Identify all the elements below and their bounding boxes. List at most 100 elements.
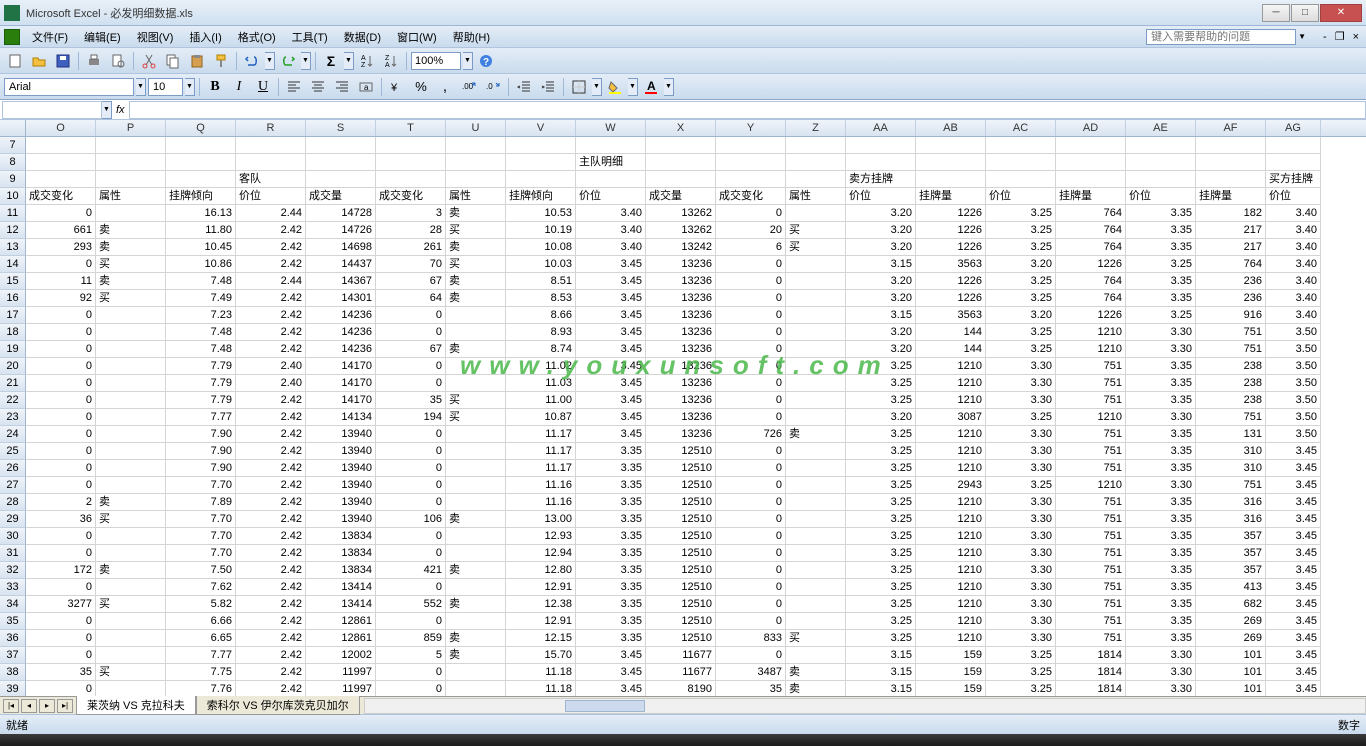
cell[interactable]: 3.25 (986, 341, 1056, 358)
cell[interactable]: 269 (1196, 630, 1266, 647)
cell[interactable]: 15.70 (506, 647, 576, 664)
cell[interactable] (446, 528, 506, 545)
cell[interactable]: 3.25 (846, 426, 916, 443)
cell[interactable]: 3.40 (1266, 256, 1321, 273)
row-header[interactable]: 37 (0, 647, 26, 664)
cell[interactable]: 3.30 (1126, 324, 1196, 341)
row-header[interactable]: 10 (0, 188, 26, 205)
cell[interactable] (576, 171, 646, 188)
column-header[interactable]: AC (986, 120, 1056, 136)
cell[interactable]: 2.42 (236, 222, 306, 239)
cell[interactable] (96, 307, 166, 324)
cell[interactable] (446, 171, 506, 188)
cell[interactable]: 3.45 (1266, 664, 1321, 681)
cell[interactable] (1266, 137, 1321, 154)
cell[interactable]: 12510 (646, 460, 716, 477)
column-header[interactable]: X (646, 120, 716, 136)
cell[interactable]: 3.50 (1266, 426, 1321, 443)
cell[interactable]: 0 (26, 426, 96, 443)
cell[interactable]: 11.17 (506, 426, 576, 443)
cell[interactable]: 3.45 (576, 664, 646, 681)
cell[interactable]: 卖 (96, 562, 166, 579)
cell[interactable]: 0 (26, 443, 96, 460)
cell[interactable]: 1210 (916, 443, 986, 460)
cell[interactable]: 144 (916, 341, 986, 358)
cell[interactable]: 7.77 (166, 647, 236, 664)
cell[interactable]: 11997 (306, 664, 376, 681)
cell[interactable]: 卖 (446, 273, 506, 290)
cell[interactable] (376, 154, 446, 171)
cell[interactable]: 3.25 (986, 273, 1056, 290)
cell[interactable]: 7.48 (166, 324, 236, 341)
cell[interactable]: 7.89 (166, 494, 236, 511)
cell[interactable]: 3.45 (576, 307, 646, 324)
cell[interactable]: 0 (716, 528, 786, 545)
cell[interactable]: 7.23 (166, 307, 236, 324)
cell[interactable] (786, 494, 846, 511)
cell[interactable]: 0 (716, 443, 786, 460)
cell[interactable]: 1814 (1056, 681, 1126, 696)
cell[interactable]: 14170 (306, 375, 376, 392)
cell[interactable]: 12510 (646, 528, 716, 545)
cell[interactable]: 182 (1196, 205, 1266, 222)
cell[interactable]: 3.45 (1266, 681, 1321, 696)
cell[interactable]: 3.25 (986, 647, 1056, 664)
cell[interactable] (446, 681, 506, 696)
cell[interactable] (96, 358, 166, 375)
cell[interactable] (26, 154, 96, 171)
cell[interactable]: 3.35 (576, 613, 646, 630)
cell[interactable]: 3.30 (986, 426, 1056, 443)
cell[interactable]: 2 (26, 494, 96, 511)
cell[interactable]: 3.35 (1126, 579, 1196, 596)
cell[interactable] (166, 137, 236, 154)
cell[interactable]: 35 (26, 664, 96, 681)
fx-icon[interactable]: fx (112, 104, 129, 116)
cell[interactable]: 3.50 (1266, 358, 1321, 375)
cell[interactable]: 3.35 (1126, 392, 1196, 409)
cell[interactable]: 36 (26, 511, 96, 528)
cell[interactable]: 3.25 (846, 392, 916, 409)
cell[interactable] (916, 154, 986, 171)
row-header[interactable]: 36 (0, 630, 26, 647)
cell[interactable] (166, 171, 236, 188)
cell[interactable]: 属性 (96, 188, 166, 205)
cell[interactable]: 0 (26, 630, 96, 647)
cell[interactable]: 421 (376, 562, 446, 579)
cell[interactable]: 751 (1196, 341, 1266, 358)
cell[interactable] (446, 460, 506, 477)
cell[interactable]: 0 (26, 460, 96, 477)
row-header[interactable]: 34 (0, 596, 26, 613)
row-header[interactable]: 27 (0, 477, 26, 494)
cell[interactable]: 0 (376, 613, 446, 630)
cell[interactable]: 3.50 (1266, 341, 1321, 358)
cell[interactable]: 3.45 (576, 392, 646, 409)
cell[interactable] (786, 647, 846, 664)
cell[interactable]: 1226 (916, 273, 986, 290)
cell[interactable]: 3277 (26, 596, 96, 613)
cell[interactable]: 3.20 (846, 273, 916, 290)
cell[interactable]: 2.42 (236, 256, 306, 273)
cell[interactable]: 3.45 (576, 426, 646, 443)
cell[interactable] (166, 154, 236, 171)
cell[interactable] (646, 171, 716, 188)
cell[interactable]: 172 (26, 562, 96, 579)
formula-input[interactable] (129, 101, 1366, 119)
cell[interactable]: 卖 (96, 494, 166, 511)
cell[interactable]: 106 (376, 511, 446, 528)
cell[interactable] (1056, 154, 1126, 171)
cell[interactable]: 12510 (646, 511, 716, 528)
cell[interactable] (1196, 154, 1266, 171)
cell[interactable]: 3.35 (576, 545, 646, 562)
cell[interactable]: 764 (1056, 273, 1126, 290)
cell[interactable]: 11.17 (506, 443, 576, 460)
cell[interactable] (916, 137, 986, 154)
cell[interactable]: 0 (376, 358, 446, 375)
cell[interactable]: 12.93 (506, 528, 576, 545)
cell[interactable] (446, 375, 506, 392)
cell[interactable] (446, 477, 506, 494)
cell[interactable]: 2943 (916, 477, 986, 494)
fill-color-dropdown[interactable]: ▼ (628, 78, 638, 96)
cell[interactable]: 764 (1056, 290, 1126, 307)
row-header[interactable]: 29 (0, 511, 26, 528)
menu-item[interactable]: 编辑(E) (76, 27, 129, 47)
